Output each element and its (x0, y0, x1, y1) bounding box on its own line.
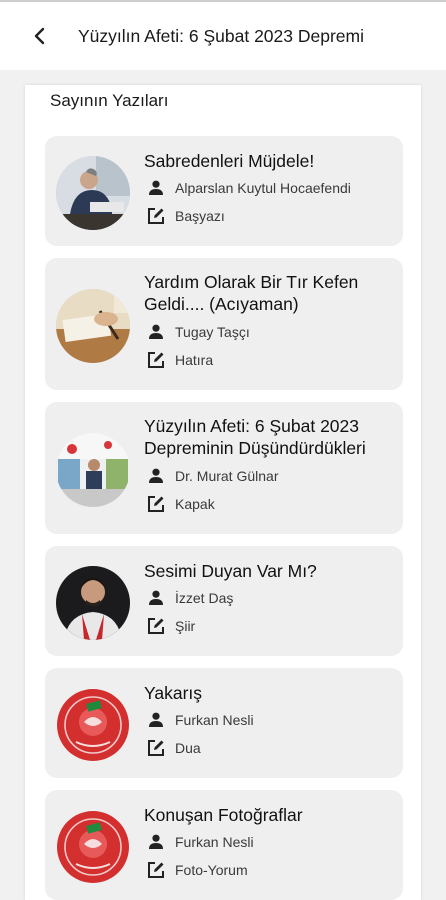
furkan-logo (56, 810, 130, 884)
article-title: Konuşan Fotoğraflar (144, 805, 303, 825)
category-name: Başyazı (175, 208, 225, 224)
article-title: Sabredenleri Müjdele! (144, 151, 315, 171)
page-title: Yüzyılın Afeti: 6 Şubat 2023 Depremi (78, 25, 364, 46)
article-category: Dua (146, 737, 201, 759)
author-name: Furkan Nesli (175, 834, 254, 850)
article-card[interactable]: Yardım Olarak Bir Tır Kefen Geldi.... (A… (45, 258, 403, 390)
furkan-logo (56, 688, 130, 762)
author-name: Dr. Murat Gülnar (175, 468, 279, 484)
category-name: Hatıra (175, 352, 214, 368)
article-category: Kapak (146, 493, 215, 515)
article-card[interactable]: Sesimi Duyan Var Mı? İzzet Daş Şiir (45, 546, 403, 656)
person-icon (146, 466, 166, 486)
person-icon (146, 588, 166, 608)
article-title: Yardım Olarak Bir Tır Kefen Geldi.... (A… (144, 272, 359, 314)
article-card[interactable]: Sabredenleri Müjdele! Alparslan Kuytul H… (45, 136, 403, 246)
article-author: İzzet Daş (146, 587, 233, 609)
person-icon (146, 832, 166, 852)
edit-icon (146, 860, 166, 880)
person-icon (146, 322, 166, 342)
article-thumbnail (56, 289, 130, 363)
article-category: Foto-Yorum (146, 859, 248, 881)
chevron-left-icon (34, 27, 45, 45)
category-name: Kapak (175, 496, 215, 512)
article-category: Şiir (146, 615, 195, 637)
article-thumbnail (56, 688, 130, 762)
article-title: Yakarış (144, 683, 203, 703)
category-name: Şiir (175, 618, 196, 634)
article-title: Yüzyılın Afeti: 6 Şubat 2023 Depreminin … (144, 416, 366, 458)
article-thumbnail (56, 566, 130, 640)
article-card[interactable]: Yakarış Furkan Nesli Dua (45, 668, 403, 778)
article-card[interactable]: Konuşan Fotoğraflar Furkan Nesli Foto-Yo… (45, 790, 403, 900)
author-name: Furkan Nesli (175, 712, 254, 728)
article-author: Tugay Taşçı (146, 321, 250, 343)
article-thumbnail (56, 433, 130, 507)
author-name: Tugay Taşçı (175, 324, 250, 340)
back-button[interactable] (20, 16, 60, 56)
category-name: Dua (175, 740, 201, 756)
articles-panel: Sayının Yazıları Sabredenleri Müjdele! A… (25, 85, 421, 900)
article-thumbnail (56, 156, 130, 230)
edit-icon (146, 206, 166, 226)
app-bar: Yüzyılın Afeti: 6 Şubat 2023 Depremi (0, 2, 446, 70)
author-name: İzzet Daş (175, 590, 234, 606)
article-card[interactable]: Yüzyılın Afeti: 6 Şubat 2023 Depreminin … (45, 402, 403, 534)
edit-icon (146, 350, 166, 370)
edit-icon (146, 738, 166, 758)
article-author: Alparslan Kuytul Hocaefendi (146, 177, 351, 199)
section-title: Sayının Yazıları (50, 91, 169, 110)
article-author: Furkan Nesli (146, 709, 254, 731)
article-title: Sesimi Duyan Var Mı? (144, 561, 317, 581)
edit-icon (146, 616, 166, 636)
edit-icon (146, 494, 166, 514)
article-category: Başyazı (146, 205, 225, 227)
person-icon (146, 710, 166, 730)
author-name: Alparslan Kuytul Hocaefendi (175, 180, 351, 196)
category-name: Foto-Yorum (175, 862, 248, 878)
article-author: Furkan Nesli (146, 831, 254, 853)
article-thumbnail (56, 810, 130, 884)
article-category: Hatıra (146, 349, 213, 371)
article-author: Dr. Murat Gülnar (146, 465, 278, 487)
person-icon (146, 178, 166, 198)
